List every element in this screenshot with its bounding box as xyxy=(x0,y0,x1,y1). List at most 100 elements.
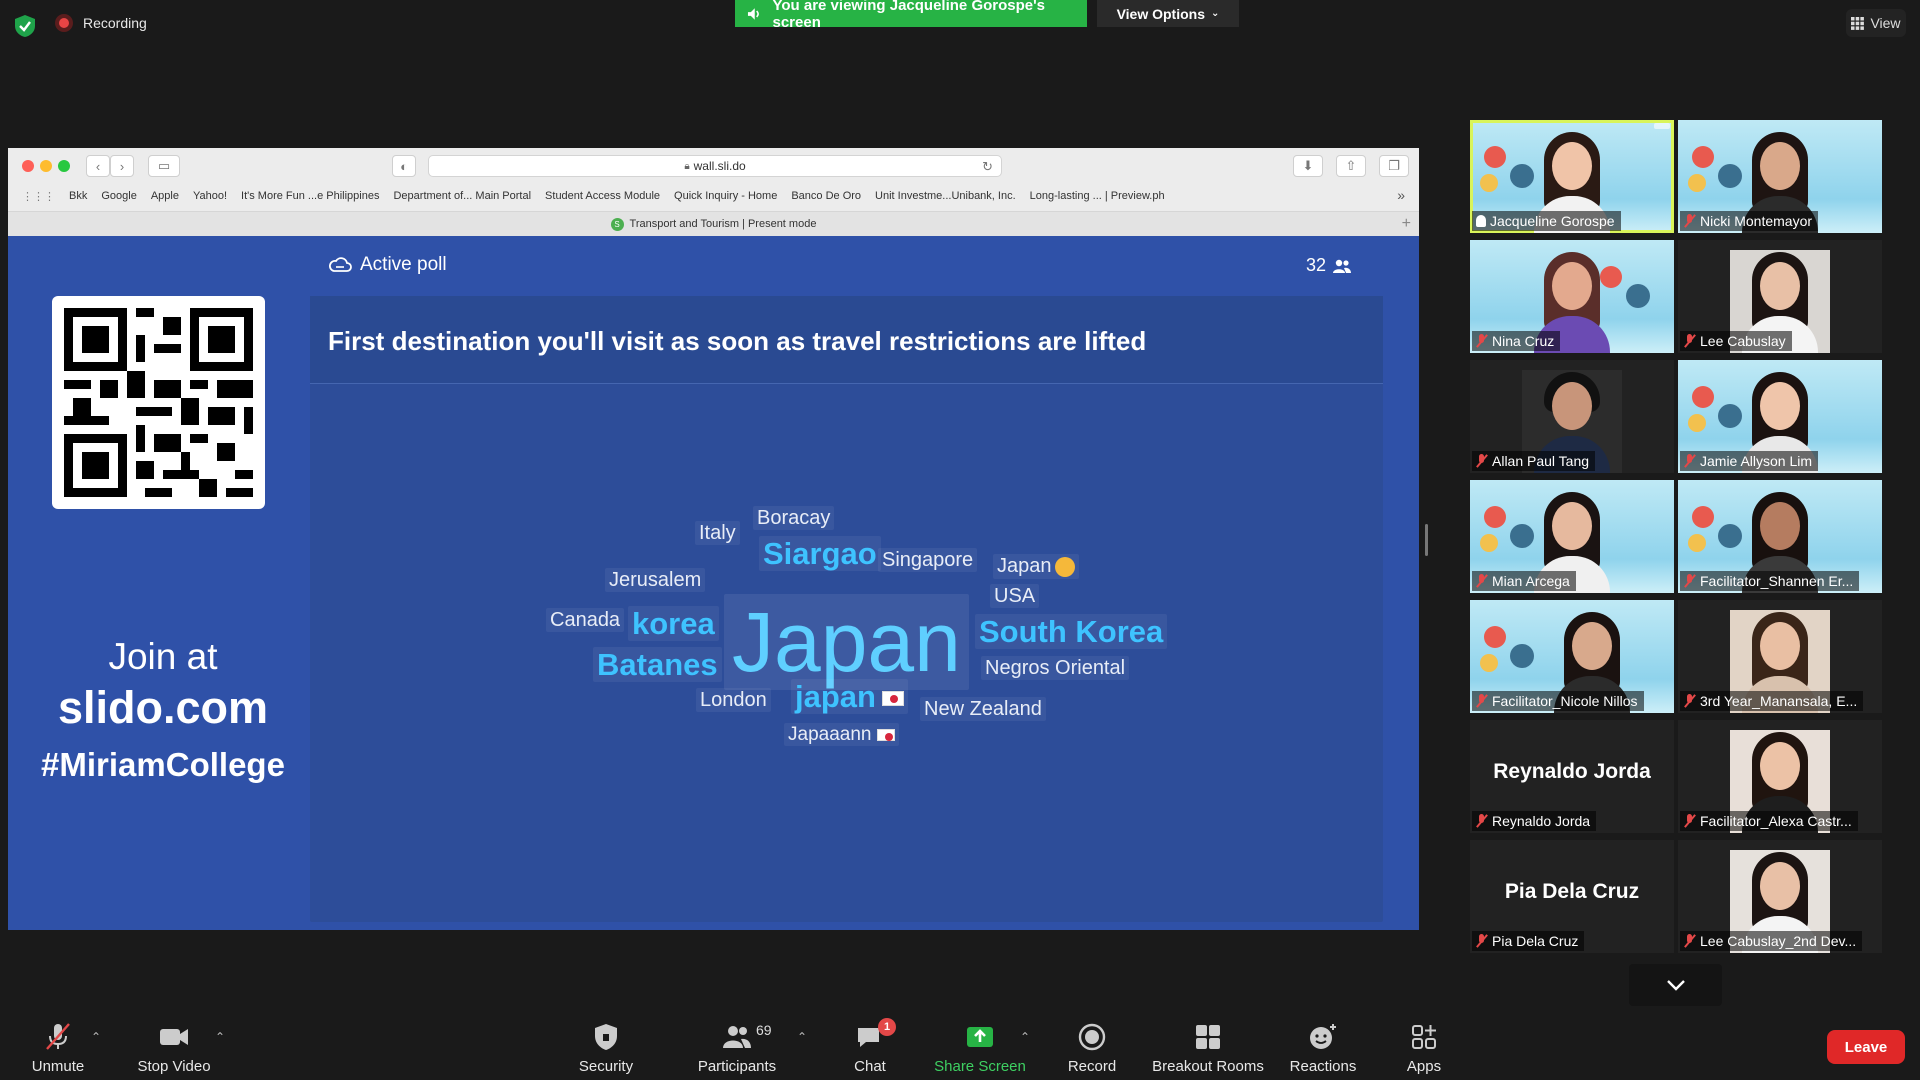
breakout-rooms-button[interactable]: Breakout Rooms xyxy=(1150,1022,1266,1075)
video-camera-icon xyxy=(160,1029,188,1045)
participants-icon xyxy=(723,1026,751,1048)
tab-title[interactable]: Transport and Tourism | Present mode xyxy=(630,218,817,230)
muted-mic-icon xyxy=(46,1023,70,1050)
participant-nametag: Facilitator_Nicole Nillos xyxy=(1472,691,1644,711)
bookmark-item[interactable]: Bkk xyxy=(69,190,87,203)
reactions-button[interactable]: Reactions xyxy=(1288,1022,1358,1075)
participant-tile[interactable]: Facilitator_Alexa Castr... xyxy=(1678,720,1882,833)
participant-nametag: Jacqueline Gorospe xyxy=(1472,211,1621,231)
security-shield-icon[interactable] xyxy=(14,14,36,38)
muted-mic-icon xyxy=(1476,814,1488,828)
tabs-overview-icon[interactable]: ❐ xyxy=(1379,155,1409,177)
participant-nametag: Mian Arcega xyxy=(1472,571,1576,591)
poll-card: First destination you'll visit as soon a… xyxy=(310,296,1383,922)
resize-handle[interactable] xyxy=(1425,524,1428,556)
share-icon[interactable]: ⇧ xyxy=(1336,155,1366,177)
word-cloud-item: London xyxy=(696,688,771,712)
participant-name: Lee Cabuslay xyxy=(1700,333,1786,349)
bookmark-item[interactable]: Long-lasting ... | Preview.ph xyxy=(1030,190,1165,203)
recording-label: Recording xyxy=(83,15,147,31)
word-cloud-item: South Korea xyxy=(975,614,1168,649)
chat-unread-badge: 1 xyxy=(878,1018,896,1036)
security-button[interactable]: Security xyxy=(576,1022,636,1075)
participant-nametag: Nina Cruz xyxy=(1472,331,1561,351)
participant-count-value: 32 xyxy=(1306,255,1327,275)
participant-tile[interactable]: Facilitator_Nicole Nillos xyxy=(1470,600,1674,713)
minimize-window-dot[interactable] xyxy=(40,160,52,172)
address-bar[interactable]: 🔒︎ wall.sli.do ↻ xyxy=(428,155,1002,177)
participant-name: Mian Arcega xyxy=(1492,573,1570,589)
join-site-text: slido.com xyxy=(57,682,269,733)
bookmark-item[interactable]: Unit Investme...Unibank, Inc. xyxy=(875,190,1016,203)
unmute-button[interactable]: Unmute xyxy=(30,1022,86,1075)
muted-mic-icon xyxy=(1684,214,1696,228)
participant-nametag: Pia Dela Cruz xyxy=(1472,931,1585,951)
participant-tile[interactable]: Pia Dela Cruz Pia Dela Cruz xyxy=(1470,840,1674,953)
bookmark-item[interactable]: Apple xyxy=(151,190,179,203)
reload-icon[interactable]: ↻ xyxy=(982,159,993,175)
bookmark-item[interactable]: Student Access Module xyxy=(545,190,660,203)
participant-tile[interactable]: Jamie Allyson Lim xyxy=(1678,360,1882,473)
recording-indicator[interactable]: Recording xyxy=(55,14,147,32)
record-label: Record xyxy=(1067,1058,1117,1075)
bookmark-item[interactable]: Yahoo! xyxy=(193,190,227,203)
bookmarks-bar: ⋮⋮⋮ Bkk Google Apple Yahoo! It's More Fu… xyxy=(22,190,1165,203)
participant-tile[interactable]: Lee Cabuslay xyxy=(1678,240,1882,353)
bookmark-item[interactable]: Google xyxy=(101,190,136,203)
audio-options-caret[interactable]: ⌃ xyxy=(91,1030,101,1044)
view-options-button[interactable]: View Options ⌄ xyxy=(1097,0,1239,27)
url-text: wall.sli.do xyxy=(693,159,746,173)
people-icon xyxy=(1333,259,1352,273)
word-cloud: Boracay Italy Siargao Singapore Japan Je… xyxy=(310,384,1383,922)
participant-tile[interactable]: Nina Cruz xyxy=(1470,240,1674,353)
participant-tile[interactable]: Facilitator_Shannen Er... xyxy=(1678,480,1882,593)
lock-icon: 🔒︎ xyxy=(684,160,690,172)
participant-tile[interactable]: Mian Arcega xyxy=(1470,480,1674,593)
back-arrow-icon[interactable]: ‹ xyxy=(86,155,110,177)
bookmark-item[interactable]: Banco De Oro xyxy=(791,190,861,203)
view-layout-button[interactable]: View xyxy=(1846,9,1906,37)
participants-options-caret[interactable]: ⌃ xyxy=(797,1030,807,1044)
participant-tile[interactable]: Lee Cabuslay_2nd Dev... xyxy=(1678,840,1882,953)
privacy-shield-icon[interactable]: ◐ xyxy=(392,155,416,177)
participant-name: Pia Dela Cruz xyxy=(1492,933,1579,949)
unmute-label: Unmute xyxy=(31,1058,85,1075)
participant-nametag: 3rd Year_Manansala, E... xyxy=(1680,691,1864,711)
cloud-icon xyxy=(329,257,352,272)
chat-button[interactable]: 1 Chat xyxy=(852,1018,896,1075)
gallery-next-page-button[interactable] xyxy=(1629,964,1722,1006)
new-tab-icon[interactable]: + xyxy=(1402,215,1411,233)
participant-tile[interactable]: Allan Paul Tang xyxy=(1470,360,1674,473)
participant-nametag: Facilitator_Alexa Castr... xyxy=(1680,811,1858,831)
word-cloud-item: Canada xyxy=(546,608,625,632)
share-screen-button[interactable]: Share Screen xyxy=(934,1022,1026,1075)
zoom-window-dot[interactable] xyxy=(58,160,70,172)
bookmark-item[interactable]: Department of... Main Portal xyxy=(393,190,531,203)
sidebar-toggle-icon[interactable]: ▭ xyxy=(148,155,180,177)
chat-label: Chat xyxy=(854,1058,886,1075)
breakout-rooms-label: Breakout Rooms xyxy=(1152,1058,1264,1075)
view-label: View xyxy=(1870,15,1901,31)
more-options-icon[interactable] xyxy=(1654,123,1670,129)
bookmarks-overflow-icon[interactable]: » xyxy=(1397,187,1405,203)
participant-tile[interactable]: Nicki Montemayor xyxy=(1678,120,1882,233)
bookmark-item[interactable]: It's More Fun ...e Philippines xyxy=(241,190,379,203)
security-shield-icon xyxy=(595,1024,617,1050)
forward-arrow-icon[interactable]: › xyxy=(110,155,134,177)
leave-meeting-button[interactable]: Leave xyxy=(1827,1030,1905,1064)
stop-video-button[interactable]: Stop Video xyxy=(136,1022,212,1075)
participant-tile[interactable]: Reynaldo Jorda Reynaldo Jorda xyxy=(1470,720,1674,833)
share-options-caret[interactable]: ⌃ xyxy=(1020,1030,1030,1044)
event-hashtag: #MiriamCollege xyxy=(41,746,285,783)
video-options-caret[interactable]: ⌃ xyxy=(215,1030,225,1044)
participants-button[interactable]: 69 Participants xyxy=(696,1022,778,1075)
close-window-dot[interactable] xyxy=(22,160,34,172)
participant-tile[interactable]: 3rd Year_Manansala, E... xyxy=(1678,600,1882,713)
record-button[interactable]: Record xyxy=(1066,1022,1118,1075)
apps-grid-icon[interactable]: ⋮⋮⋮ xyxy=(22,190,55,203)
apps-button[interactable]: Apps xyxy=(1402,1022,1446,1075)
viewing-text: You are viewing Jacqueline Gorospe's scr… xyxy=(772,0,1046,31)
bookmark-item[interactable]: Quick Inquiry - Home xyxy=(674,190,777,203)
participant-tile[interactable]: Jacqueline Gorospe xyxy=(1470,120,1674,233)
download-icon[interactable]: ⬇ xyxy=(1293,155,1323,177)
